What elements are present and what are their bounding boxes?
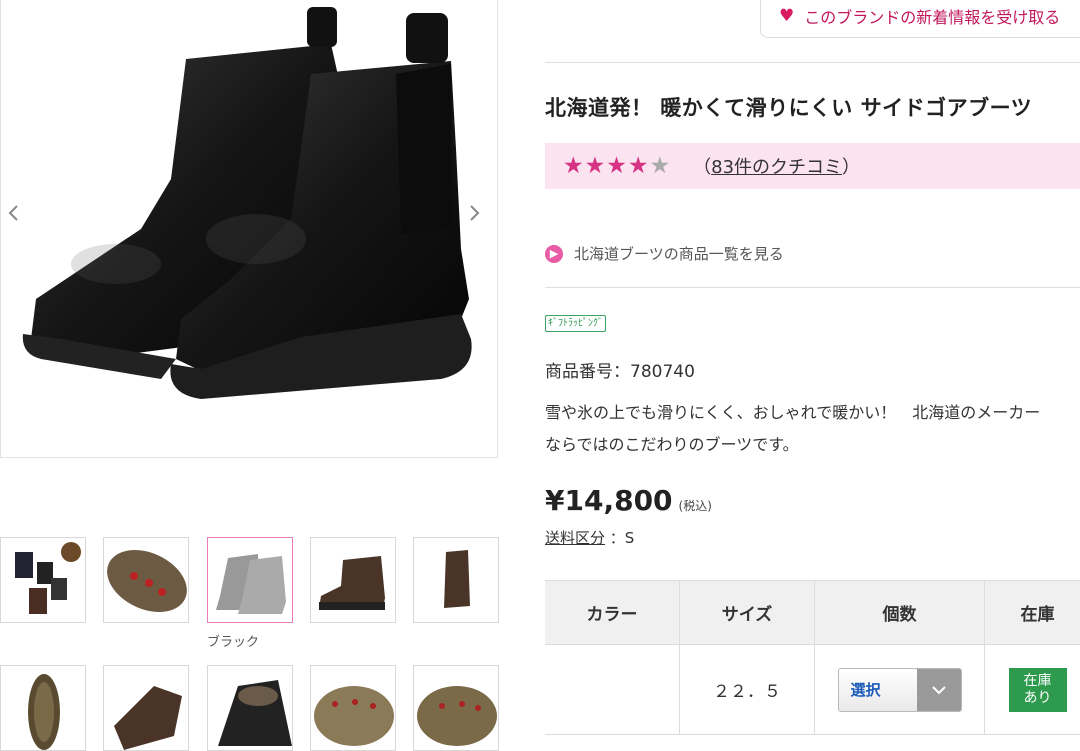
star-filled-icon: ★ [584,153,607,179]
header-size: サイズ [680,581,815,645]
thumbnail-black[interactable] [207,537,293,623]
thumbnail-image [216,554,286,614]
thumbnail-image [15,542,81,614]
header-stock: 在庫 [985,581,1080,645]
main-product-image [0,0,498,458]
header-color: カラー [545,581,680,645]
star-filled-icon: ★ [627,153,650,179]
thumbnail-image [107,550,187,612]
divider [545,287,1080,288]
header-quantity: 個数 [815,581,985,645]
cell-size: ２２．５ [680,645,815,735]
table-header-row: カラー サイズ 個数 在庫 [545,581,1080,645]
product-description: 雪や氷の上でも滑りにくく、おしゃれで暖かい！ 北海道のメーカー ならではのこだわ… [545,397,1080,461]
quantity-select-label: 選択 [850,681,881,699]
variation-table: カラー サイズ 個数 在庫 ２２．５ 選択 在庫 あり [545,580,1080,735]
rating-bar: ★★★★★ （83件のクチコミ） [545,143,1080,189]
gift-wrapping-badge: ｷﾞﾌﾄﾗｯﾋﾟﾝｸﾞ [545,315,606,332]
table-row: ２２．５ 選択 在庫 あり [545,645,1080,735]
thumbnail-image [218,680,292,746]
cell-stock: 在庫 あり [985,645,1080,735]
stock-badge: 在庫 あり [1008,667,1067,712]
thumbnail-brown[interactable] [310,537,396,623]
rating-stars: ★★★★★ [563,153,671,179]
chevron-down-icon [916,668,961,711]
cell-quantity: 選択 [815,645,985,735]
shipping-class-value: ：S [609,529,635,547]
thumbnail-sole-studs-2[interactable] [413,665,499,751]
price: ¥14,800 (税込) [545,484,712,517]
thumbnail-image [28,674,60,750]
star-filled-icon: ★ [606,153,628,179]
paren-open: （ [693,157,712,178]
review-count-wrap: （83件のクチコミ） [693,153,860,179]
thumbnail-brown-top[interactable] [103,665,189,751]
quantity-select[interactable]: 選択 [837,667,962,712]
thumbnail-image [417,686,497,746]
chevron-left-icon [8,205,18,221]
divider [545,62,1080,63]
thumbnail-image [314,686,394,746]
thumbnail-image [114,686,182,750]
price-value: ¥14,800 [545,484,673,517]
gallery-prev-arrow[interactable] [7,204,31,232]
brand-follow-label: このブランドの新着情報を受け取る [804,8,1061,27]
product-code: 商品番号：780740 [545,362,695,382]
thumbnail-sole[interactable] [0,665,86,751]
arrow-circle-icon: ▶ [545,244,563,263]
shipping-class: 送料区分 ：S [545,527,634,548]
thumbnail-sole-spikes[interactable] [103,537,189,623]
paren-close: ） [842,157,861,178]
category-link-label: 北海道ブーツの商品一覧を見る [574,245,784,263]
cell-color [545,645,680,735]
chevron-right-icon [470,205,480,221]
brand-follow-button[interactable]: ♥ このブランドの新着情報を受け取る [760,0,1080,38]
thumbnail-sole-studs-1[interactable] [310,665,396,751]
description-line: ならではのこだわりのブーツです。 [545,435,799,454]
category-list-link[interactable]: ▶ 北海道ブーツの商品一覧を見る [545,243,784,264]
thumbnail-lining[interactable] [207,665,293,751]
shipping-class-link[interactable]: 送料区分 [545,529,605,547]
boots-photo [22,7,472,399]
star-empty-icon: ★ [649,153,672,179]
thumbnail-brown-side[interactable] [413,537,499,623]
thumbnail-colors[interactable] [0,537,86,623]
review-count-link[interactable]: 83件のクチコミ [711,157,842,178]
description-line: 雪や氷の上でも滑りにくく、おしゃれで暖かい！ 北海道のメーカー [545,403,1041,422]
thumbnail-image [444,550,470,608]
thumbnail-image [319,556,385,610]
heart-icon: ♥ [779,6,795,26]
star-filled-icon: ★ [563,153,585,179]
thumbnail-caption: ブラック [207,635,260,650]
product-title: 北海道発！ 暖かくて滑りにくい サイドゴアブーツ [545,96,1033,120]
gallery-next-arrow[interactable] [469,204,493,232]
tax-note: (税込) [678,499,712,513]
